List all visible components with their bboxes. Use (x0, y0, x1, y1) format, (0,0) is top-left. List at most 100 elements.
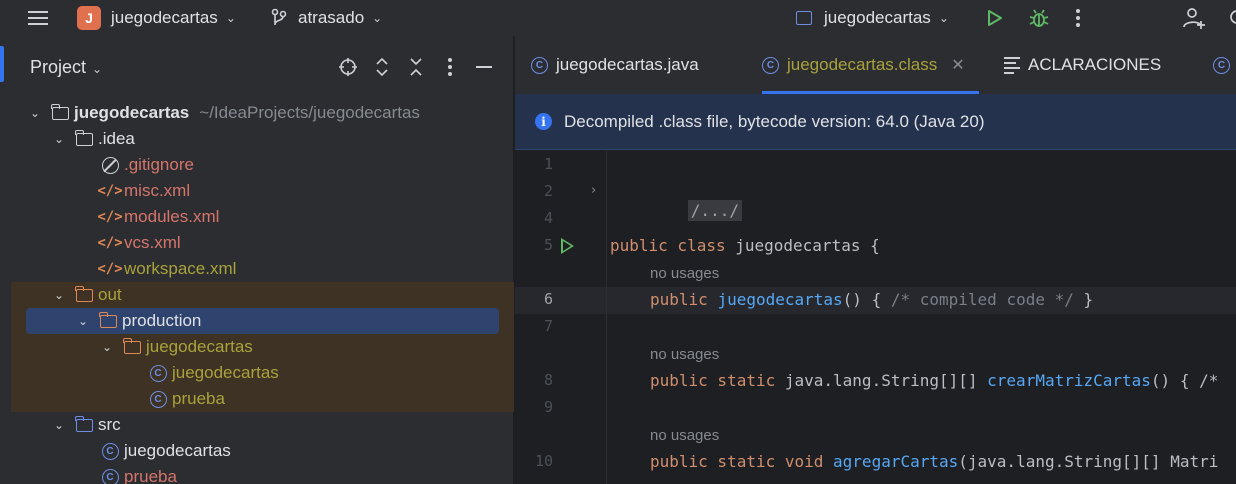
branch-name: atrasado (298, 8, 365, 27)
tree-item-vcs-xml[interactable]: </> vcs.xml (97, 230, 180, 256)
folder-icon (122, 337, 142, 356)
xml-file-icon: </> (97, 235, 123, 251)
chevron-down-icon[interactable]: ⌄ (52, 418, 66, 432)
folded-imports[interactable]: /.../ (687, 200, 742, 221)
tree-item-class-prueba[interactable]: C prueba (148, 386, 225, 412)
tree-item-label: .idea (98, 129, 135, 148)
hide-panel-button[interactable] (473, 56, 495, 78)
project-switcher[interactable]: J juegodecartas ⌄ (77, 0, 236, 36)
tab-label: ACLARACIONES (1028, 55, 1162, 74)
tree-item-label: .gitignore (124, 155, 194, 174)
more-actions-button[interactable] (1076, 0, 1080, 36)
code-line-5: public class juegodecartas { (610, 236, 880, 255)
line-number: 4 (543, 209, 553, 227)
tab-aclaraciones[interactable]: ACLARACIONES (1004, 36, 1161, 94)
select-opened-file-button[interactable] (337, 56, 359, 78)
panel-options-button[interactable] (439, 56, 461, 78)
tree-item-idea[interactable]: ⌄ .idea (52, 126, 135, 152)
folder-icon (98, 311, 118, 330)
tree-item-label: juegodecartas (172, 363, 279, 382)
code-with-me-button[interactable] (1182, 0, 1206, 36)
vcs-branch-switcher[interactable]: atrasado ⌄ (270, 0, 382, 36)
run-config-name: juegodecartas (824, 8, 931, 27)
line-number: 8 (543, 371, 553, 389)
tree-item-label: prueba (124, 467, 177, 484)
tree-item-label: juegodecartas (124, 441, 231, 460)
main-menu-icon[interactable] (28, 0, 50, 36)
tab-juegodecartas-java[interactable]: C juegodecartas.java (531, 36, 699, 94)
crosshair-icon (339, 58, 357, 76)
line-number: 5 (543, 236, 553, 254)
tree-item-package-juegodecartas[interactable]: ⌄ juegodecartas (100, 334, 253, 360)
collapse-all-button[interactable] (405, 56, 427, 78)
tree-item-src-prueba[interactable]: C prueba (100, 464, 177, 484)
class-icon: C (1213, 56, 1230, 74)
xml-file-icon: </> (97, 261, 123, 277)
tree-item-workspace-xml[interactable]: </> workspace.xml (97, 256, 236, 282)
chevron-down-icon[interactable]: ⌄ (76, 314, 90, 328)
chevron-down-icon[interactable]: ⌄ (100, 340, 114, 354)
chevron-down-icon: ⌄ (92, 62, 103, 76)
usages-hint[interactable]: no usages (650, 346, 719, 363)
editor-tabs: C juegodecartas.java C juegodecartas.cla… (515, 36, 1236, 94)
code-editor[interactable]: 1 2 4 5 6 7 8 9 10 › /.../ public class … (515, 151, 1236, 484)
debug-button[interactable] (1028, 0, 1050, 36)
tree-item-misc-xml[interactable]: </> misc.xml (97, 178, 191, 204)
xml-file-icon: </> (97, 209, 123, 225)
close-icon[interactable]: ✕ (951, 55, 964, 75)
class-icon: C (531, 56, 548, 74)
tree-item-src-juegodecartas[interactable]: C juegodecartas (100, 438, 231, 464)
tab-juegodecartas-class[interactable]: C juegodecartas.class ✕ (762, 36, 979, 94)
code-line-6: public juegodecartas() { /* compiled cod… (650, 290, 1094, 309)
expand-all-button[interactable] (371, 56, 393, 78)
chevron-down-icon[interactable]: ⌄ (52, 132, 66, 146)
editor-area: C juegodecartas.java C juegodecartas.cla… (515, 36, 1236, 484)
tree-item-label: juegodecartas (146, 337, 253, 356)
folder-icon (74, 415, 94, 434)
run-configuration-selector[interactable]: juegodecartas ⌄ (796, 0, 949, 36)
line-number: 2 (543, 182, 553, 200)
tree-item-path: ~/IdeaProjects/juegodecartas (199, 103, 420, 122)
run-gutter-icon[interactable] (561, 238, 574, 254)
chevron-down-icon[interactable]: ⌄ (52, 288, 66, 302)
project-panel-title: Project (30, 57, 87, 77)
class-icon: C (762, 56, 779, 74)
tree-item-label: misc.xml (124, 181, 191, 200)
chevron-down-icon[interactable]: ⌄ (28, 106, 42, 120)
project-panel: Project ⌄ ⌄ juegodecartas ~/IdeaProjects… (11, 36, 514, 484)
tree-item-label: juegodecartas (74, 103, 190, 122)
usages-hint[interactable]: no usages (650, 265, 719, 282)
xml-file-icon: </> (97, 183, 123, 199)
add-user-icon (1183, 8, 1205, 29)
play-icon (988, 10, 1002, 26)
chevron-right-icon[interactable]: › (591, 183, 596, 198)
tree-item-class-juegodecartas[interactable]: C juegodecartas (148, 360, 279, 386)
chevron-down-icon: ⌄ (225, 11, 236, 25)
tree-item-label: src (98, 415, 121, 434)
tab-overflow[interactable]: C (1213, 36, 1236, 94)
tree-item-out[interactable]: ⌄ out (52, 282, 122, 308)
ignore-file-icon (100, 156, 120, 174)
tree-item-production[interactable]: ⌄ production (26, 308, 499, 334)
tab-label: juegodecartas.class (787, 55, 938, 74)
title-bar: J juegodecartas ⌄ atrasado ⌄ juegodecart… (0, 0, 1236, 36)
text-file-icon (1004, 54, 1020, 77)
more-vertical-icon (1076, 6, 1080, 30)
bug-icon (1029, 9, 1049, 27)
info-icon: i (535, 113, 552, 130)
project-tool-indicator[interactable] (0, 46, 4, 82)
search-everywhere-icon[interactable] (1228, 0, 1236, 36)
code-line-2: /.../ (630, 182, 742, 239)
run-button[interactable] (985, 0, 1005, 36)
tree-item-gitignore[interactable]: .gitignore (100, 152, 194, 178)
project-view-selector[interactable]: Project ⌄ (30, 57, 102, 78)
tree-item-modules-xml[interactable]: </> modules.xml (97, 204, 219, 230)
project-name: juegodecartas (111, 8, 218, 27)
line-number: 1 (543, 155, 553, 173)
tree-item-root[interactable]: ⌄ juegodecartas ~/IdeaProjects/juegodeca… (28, 100, 420, 126)
tree-item-src[interactable]: ⌄ src (52, 412, 121, 438)
tree-item-label: out (98, 285, 122, 304)
usages-hint[interactable]: no usages (650, 427, 719, 444)
code-line-10: public static void agregarCartas(java.la… (650, 452, 1219, 471)
tab-label: juegodecartas.java (556, 55, 699, 74)
